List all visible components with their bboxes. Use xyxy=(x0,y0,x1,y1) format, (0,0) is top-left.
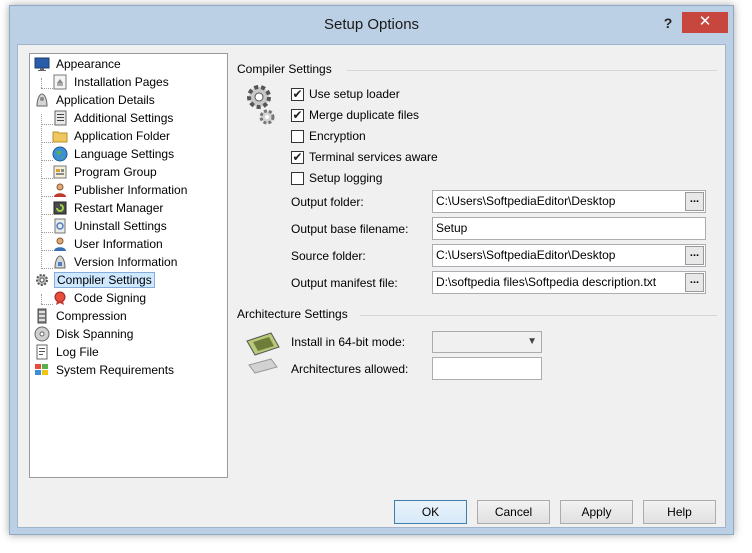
output-base-filename-field[interactable]: Setup xyxy=(432,217,706,240)
log-icon xyxy=(34,344,50,360)
ok-button[interactable]: OK xyxy=(394,500,467,524)
section-divider xyxy=(347,70,717,71)
compression-icon xyxy=(34,308,50,324)
output-folder-field[interactable]: C:\Users\SoftpediaEditor\Desktop xyxy=(432,190,706,213)
help-button[interactable]: Help xyxy=(643,500,716,524)
output-manifest-file-browse-button[interactable]: ... xyxy=(685,273,704,292)
architectures-allowed-label: Architectures allowed: xyxy=(291,362,409,376)
restart-icon xyxy=(52,200,68,216)
install-64-bit-dropdown[interactable]: ▼ xyxy=(432,331,542,353)
tree-item-system-requirements[interactable]: System Requirements xyxy=(34,361,176,379)
certificate-icon xyxy=(52,290,68,306)
program-group-icon xyxy=(52,164,68,180)
tree-item-compiler-settings[interactable]: Compiler Settings xyxy=(34,271,155,289)
tree-item-disk-spanning[interactable]: Disk Spanning xyxy=(34,325,135,343)
checkbox-box[interactable]: ✔ xyxy=(291,150,304,164)
page-icon xyxy=(52,74,68,90)
compiler-gear-icon xyxy=(245,81,277,134)
windows-icon xyxy=(34,362,50,378)
output-folder-label: Output folder: xyxy=(291,195,364,209)
tree-connector xyxy=(41,78,42,88)
tree-item-code-signing[interactable]: Code Signing xyxy=(52,289,148,307)
tree-item-compression[interactable]: Compression xyxy=(34,307,129,325)
tree-item-additional-settings[interactable]: Additional Settings xyxy=(52,109,175,127)
tree-item-version-information[interactable]: Version Information xyxy=(52,253,179,271)
monitor-icon xyxy=(34,56,50,72)
cancel-button[interactable]: Cancel xyxy=(477,500,550,524)
close-button[interactable]: ✕ xyxy=(682,12,728,33)
globe-icon xyxy=(52,146,68,162)
output-base-filename-label: Output base filename: xyxy=(291,222,409,236)
help-icon[interactable]: ? xyxy=(661,15,675,33)
section-divider xyxy=(360,315,717,316)
tree-item-application-folder[interactable]: Application Folder xyxy=(52,127,172,145)
checkbox-label: Setup logging xyxy=(309,171,383,185)
settings-icon xyxy=(52,110,68,126)
user-info-icon xyxy=(52,236,68,252)
tree-connector xyxy=(41,294,42,304)
settings-tree[interactable]: Appearance Installation Pages Applicatio… xyxy=(29,53,228,478)
user-icon xyxy=(52,182,68,198)
tree-item-uninstall-settings[interactable]: Uninstall Settings xyxy=(52,217,169,235)
tree-item-restart-manager[interactable]: Restart Manager xyxy=(52,199,165,217)
tree-item-program-group[interactable]: Program Group xyxy=(52,163,159,181)
apply-button[interactable]: Apply xyxy=(560,500,633,524)
window-title: Setup Options xyxy=(323,16,420,33)
uninstall-icon xyxy=(52,218,68,234)
encryption-checkbox[interactable]: Encryption xyxy=(291,128,366,144)
checkbox-label: Use setup loader xyxy=(309,87,400,101)
disk-icon xyxy=(34,326,50,342)
checkbox-box[interactable] xyxy=(291,171,304,185)
checkbox-label: Terminal services aware xyxy=(309,150,438,164)
dialog-client-area: Appearance Installation Pages Applicatio… xyxy=(17,44,726,528)
tree-item-log-file[interactable]: Log File xyxy=(34,343,101,361)
install-64-bit-label: Install in 64-bit mode: xyxy=(291,335,406,349)
checkbox-label: Encryption xyxy=(309,129,366,143)
tree-item-publisher-information[interactable]: Publisher Information xyxy=(52,181,189,199)
title-bar[interactable]: Setup Options ? ✕ xyxy=(10,6,733,44)
output-manifest-file-label: Output manifest file: xyxy=(291,276,398,290)
source-folder-label: Source folder: xyxy=(291,249,366,263)
cpu-chip-icon xyxy=(245,329,281,382)
architectures-allowed-field[interactable] xyxy=(432,357,542,380)
checkbox-box[interactable] xyxy=(291,129,304,143)
tree-item-language-settings[interactable]: Language Settings xyxy=(52,145,176,163)
gear-icon xyxy=(34,272,50,288)
output-folder-browse-button[interactable]: ... xyxy=(685,192,704,211)
checkbox-box[interactable]: ✔ xyxy=(291,87,304,101)
tree-item-user-information[interactable]: User Information xyxy=(52,235,165,253)
terminal-services-aware-checkbox[interactable]: ✔ Terminal services aware xyxy=(291,149,438,165)
use-setup-loader-checkbox[interactable]: ✔ Use setup loader xyxy=(291,86,400,102)
version-icon xyxy=(52,254,68,270)
setup-logging-checkbox[interactable]: Setup logging xyxy=(291,170,382,186)
source-folder-field[interactable]: C:\Users\SoftpediaEditor\Desktop xyxy=(432,244,706,267)
tree-item-application-details[interactable]: Application Details xyxy=(34,91,157,109)
checkbox-label: Merge duplicate files xyxy=(309,108,420,122)
compiler-section-title: Compiler Settings xyxy=(237,62,332,76)
chevron-down-icon[interactable]: ▼ xyxy=(527,336,537,347)
output-manifest-file-field[interactable]: D:\softpedia files\Softpedia description… xyxy=(432,271,706,294)
tree-connector xyxy=(41,114,42,269)
architecture-section-title: Architecture Settings xyxy=(237,307,348,321)
tree-item-installation-pages[interactable]: Installation Pages xyxy=(52,73,171,91)
merge-duplicate-files-checkbox[interactable]: ✔ Merge duplicate files xyxy=(291,107,419,123)
source-folder-browse-button[interactable]: ... xyxy=(685,246,704,265)
checkbox-box[interactable]: ✔ xyxy=(291,108,304,122)
folder-icon xyxy=(52,128,68,144)
setup-options-window: Setup Options ? ✕ Appearance Installatio… xyxy=(9,5,734,535)
tree-item-appearance[interactable]: Appearance xyxy=(34,55,123,73)
app-icon xyxy=(34,92,50,108)
